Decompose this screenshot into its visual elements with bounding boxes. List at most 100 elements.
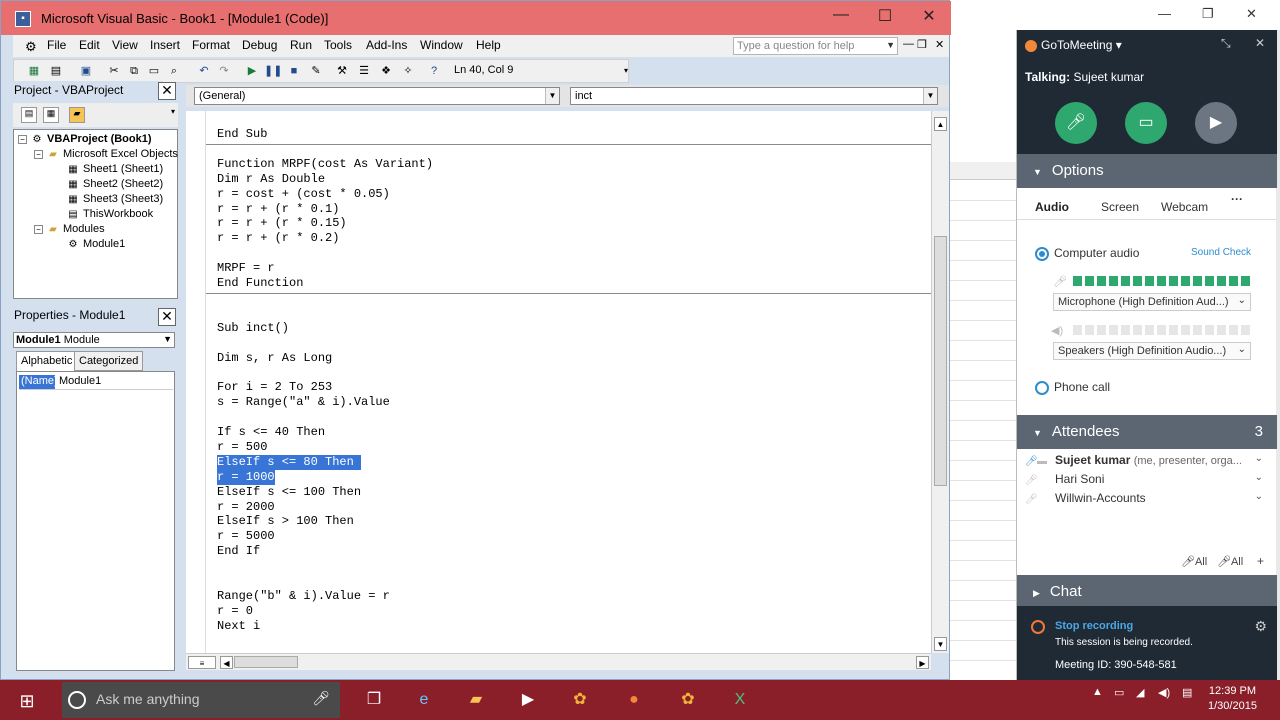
code-line[interactable]: Dim s, r As Long <box>217 351 332 366</box>
windows-start-icon[interactable]: ⊞ <box>16 690 38 712</box>
insert-module-icon[interactable]: ▤ <box>48 63 64 79</box>
tab-webcam[interactable]: Webcam <box>1161 200 1208 214</box>
computer-audio-option[interactable]: Computer audio <box>1035 246 1139 261</box>
procedure-view-icon[interactable]: ≡ <box>188 656 216 669</box>
menu-file[interactable]: File <box>47 38 66 52</box>
firefox-icon[interactable]: ● <box>620 686 648 714</box>
attendee-row[interactable]: 🎤︎ Willwin-Accounts ⌄ <box>1025 491 1265 505</box>
vertical-scrollbar[interactable]: ▲ ▼ <box>931 111 949 653</box>
collapse-icon[interactable]: − <box>18 134 27 144</box>
notifications-icon[interactable]: ▤ <box>1182 686 1192 699</box>
close-panel-icon[interactable]: ✕ <box>1255 36 1265 50</box>
code-line[interactable]: If s <= 40 Then <box>217 425 325 440</box>
tree-node-sheet3[interactable]: ▦ Sheet3 (Sheet3) <box>66 193 163 205</box>
menu-view[interactable]: View <box>112 38 138 52</box>
minimize-icon[interactable]: — <box>829 6 853 28</box>
save-icon[interactable]: ▣ <box>78 63 94 79</box>
menu-edit[interactable]: Edit <box>79 38 100 52</box>
chevron-down-icon[interactable]: ▼ <box>545 88 559 104</box>
volume-icon[interactable]: ◀) <box>1158 686 1170 699</box>
excel-taskbar-icon[interactable]: X <box>726 686 754 714</box>
code-line[interactable]: Dim r As Double <box>217 172 325 187</box>
phone-call-option[interactable]: Phone call <box>1035 380 1110 395</box>
code-line[interactable]: MRPF = r <box>217 261 275 276</box>
attendee-row[interactable]: 🎤︎ Hari Soni ⌄ <box>1025 472 1265 486</box>
reset-icon[interactable]: ■ <box>286 63 302 79</box>
code-line[interactable]: ElseIf s > 100 Then <box>217 514 354 529</box>
battery-icon[interactable]: ▭ <box>1114 686 1124 699</box>
media-icon[interactable]: ▶ <box>514 686 542 714</box>
close-icon[interactable]: ✕ <box>917 6 941 28</box>
mdi-restore-icon[interactable]: ❐ <box>917 38 927 51</box>
chevron-down-icon[interactable]: ⌄ <box>1255 472 1263 483</box>
cut-icon[interactable]: ✂ <box>106 63 122 79</box>
design-mode-icon[interactable]: ✎ <box>308 63 324 79</box>
paste-icon[interactable]: ▭ <box>146 63 162 79</box>
hscroll-thumb[interactable] <box>234 656 298 668</box>
code-line[interactable]: End Sub <box>217 127 267 142</box>
menu-insert[interactable]: Insert <box>150 38 180 52</box>
property-row-name[interactable]: (Name) Module1 <box>19 375 173 390</box>
pause-icon[interactable]: ❚❚ <box>264 63 282 79</box>
code-line[interactable]: ElseIf s <= 80 Then <box>217 454 362 470</box>
mdi-close-icon[interactable]: ✕ <box>935 38 944 51</box>
tab-screen[interactable]: Screen <box>1101 200 1139 214</box>
code-line[interactable]: s = Range("a" & i).Value <box>217 395 390 410</box>
tab-alphabetic[interactable]: Alphabetic <box>16 351 78 371</box>
menu-format[interactable]: Format <box>192 38 230 52</box>
help-icon[interactable]: ? <box>426 63 442 79</box>
scroll-thumb[interactable] <box>934 236 947 486</box>
tree-node-project[interactable]: − ⚙ VBAProject (Book1) <box>18 133 152 145</box>
webcam-button[interactable]: ▶ <box>1195 102 1237 144</box>
tab-audio[interactable]: Audio <box>1035 200 1069 214</box>
properties-pane-close-icon[interactable]: ✕ <box>158 308 176 326</box>
internet-explorer-icon[interactable]: e <box>410 686 438 714</box>
code-line[interactable]: Sub inct() <box>217 321 289 336</box>
code-line[interactable]: r = 500 <box>217 440 267 455</box>
microphone-select[interactable]: Microphone (High Definition Aud...) ⌄ <box>1053 293 1251 311</box>
help-search-input[interactable]: Type a question for help ▼ <box>733 37 898 55</box>
object-combo[interactable]: (General) ▼ <box>194 87 560 105</box>
mute-all-button[interactable]: 🎤︎All <box>1181 555 1207 568</box>
close-icon[interactable]: ✕ <box>1246 6 1257 22</box>
tree-node-module1[interactable]: ⚙ Module1 <box>66 238 126 250</box>
gotomeeting-active-icon[interactable]: ✿ <box>674 686 702 714</box>
code-line[interactable]: r = r + (r * 0.15) <box>217 216 347 231</box>
network-icon[interactable]: ◢ <box>1136 686 1144 699</box>
mdi-minimize-icon[interactable]: — <box>903 38 914 50</box>
microphone-icon[interactable]: 🎤︎ <box>312 690 330 707</box>
procedure-combo[interactable]: inct ▼ <box>570 87 938 105</box>
redo-icon[interactable]: ↷ <box>216 63 232 79</box>
code-line[interactable]: r = 2000 <box>217 500 275 515</box>
code-line[interactable]: ElseIf s <= 100 Then <box>217 485 361 500</box>
file-explorer-icon[interactable]: ▰ <box>462 686 490 714</box>
menu-tools[interactable]: Tools <box>324 38 352 52</box>
scroll-up-icon[interactable]: ▲ <box>934 117 947 131</box>
more-options-icon[interactable]: ··· <box>1231 192 1243 206</box>
menu-window[interactable]: Window <box>420 38 463 52</box>
cortana-search-box[interactable]: Ask me anything 🎤︎ <box>62 682 340 718</box>
code-line[interactable]: End Function <box>217 276 303 291</box>
code-editor[interactable]: End Sub Function MRPF(cost As Variant) Dim… <box>206 111 931 653</box>
chat-section-header[interactable]: ▶ Chat <box>1017 575 1277 609</box>
tree-node-excel-objects[interactable]: − ▰ Microsoft Excel Objects <box>34 148 178 160</box>
collapse-panel-icon[interactable]: ⤡ <box>1221 36 1231 51</box>
toggle-folders-icon[interactable]: ▰ <box>69 107 85 123</box>
gotomeeting-taskbar-icon[interactable]: ✿ <box>566 686 594 714</box>
taskbar-clock[interactable]: 12:39 PM 1/30/2015 <box>1208 684 1257 714</box>
project-pane-close-icon[interactable]: ✕ <box>158 82 176 100</box>
tree-node-sheet2[interactable]: ▦ Sheet2 (Sheet2) <box>66 178 163 190</box>
undo-icon[interactable]: ↶ <box>196 63 212 79</box>
code-line[interactable]: r = r + (r * 0.2) <box>217 231 339 246</box>
options-section-header[interactable]: ▼ Options <box>1017 154 1277 188</box>
stop-recording-link[interactable]: Stop recording <box>1055 620 1133 632</box>
code-line[interactable]: For i = 2 To 253 <box>217 380 332 395</box>
horizontal-scrollbar[interactable]: ≡ ◀ ▶ <box>186 653 931 670</box>
collapse-icon[interactable]: − <box>34 149 43 159</box>
restore-icon[interactable]: ❐ <box>1202 6 1214 22</box>
microphone-button[interactable]: 🎤︎ <box>1055 102 1097 144</box>
run-icon[interactable]: ▶ <box>244 63 260 79</box>
toolbox-icon[interactable]: ✧ <box>400 63 416 79</box>
attendee-row[interactable]: 🎤︎▬ Sujeet kumar (me, presenter, orga... ⌄ <box>1025 453 1265 467</box>
invite-icon[interactable]: + <box>1257 554 1264 568</box>
